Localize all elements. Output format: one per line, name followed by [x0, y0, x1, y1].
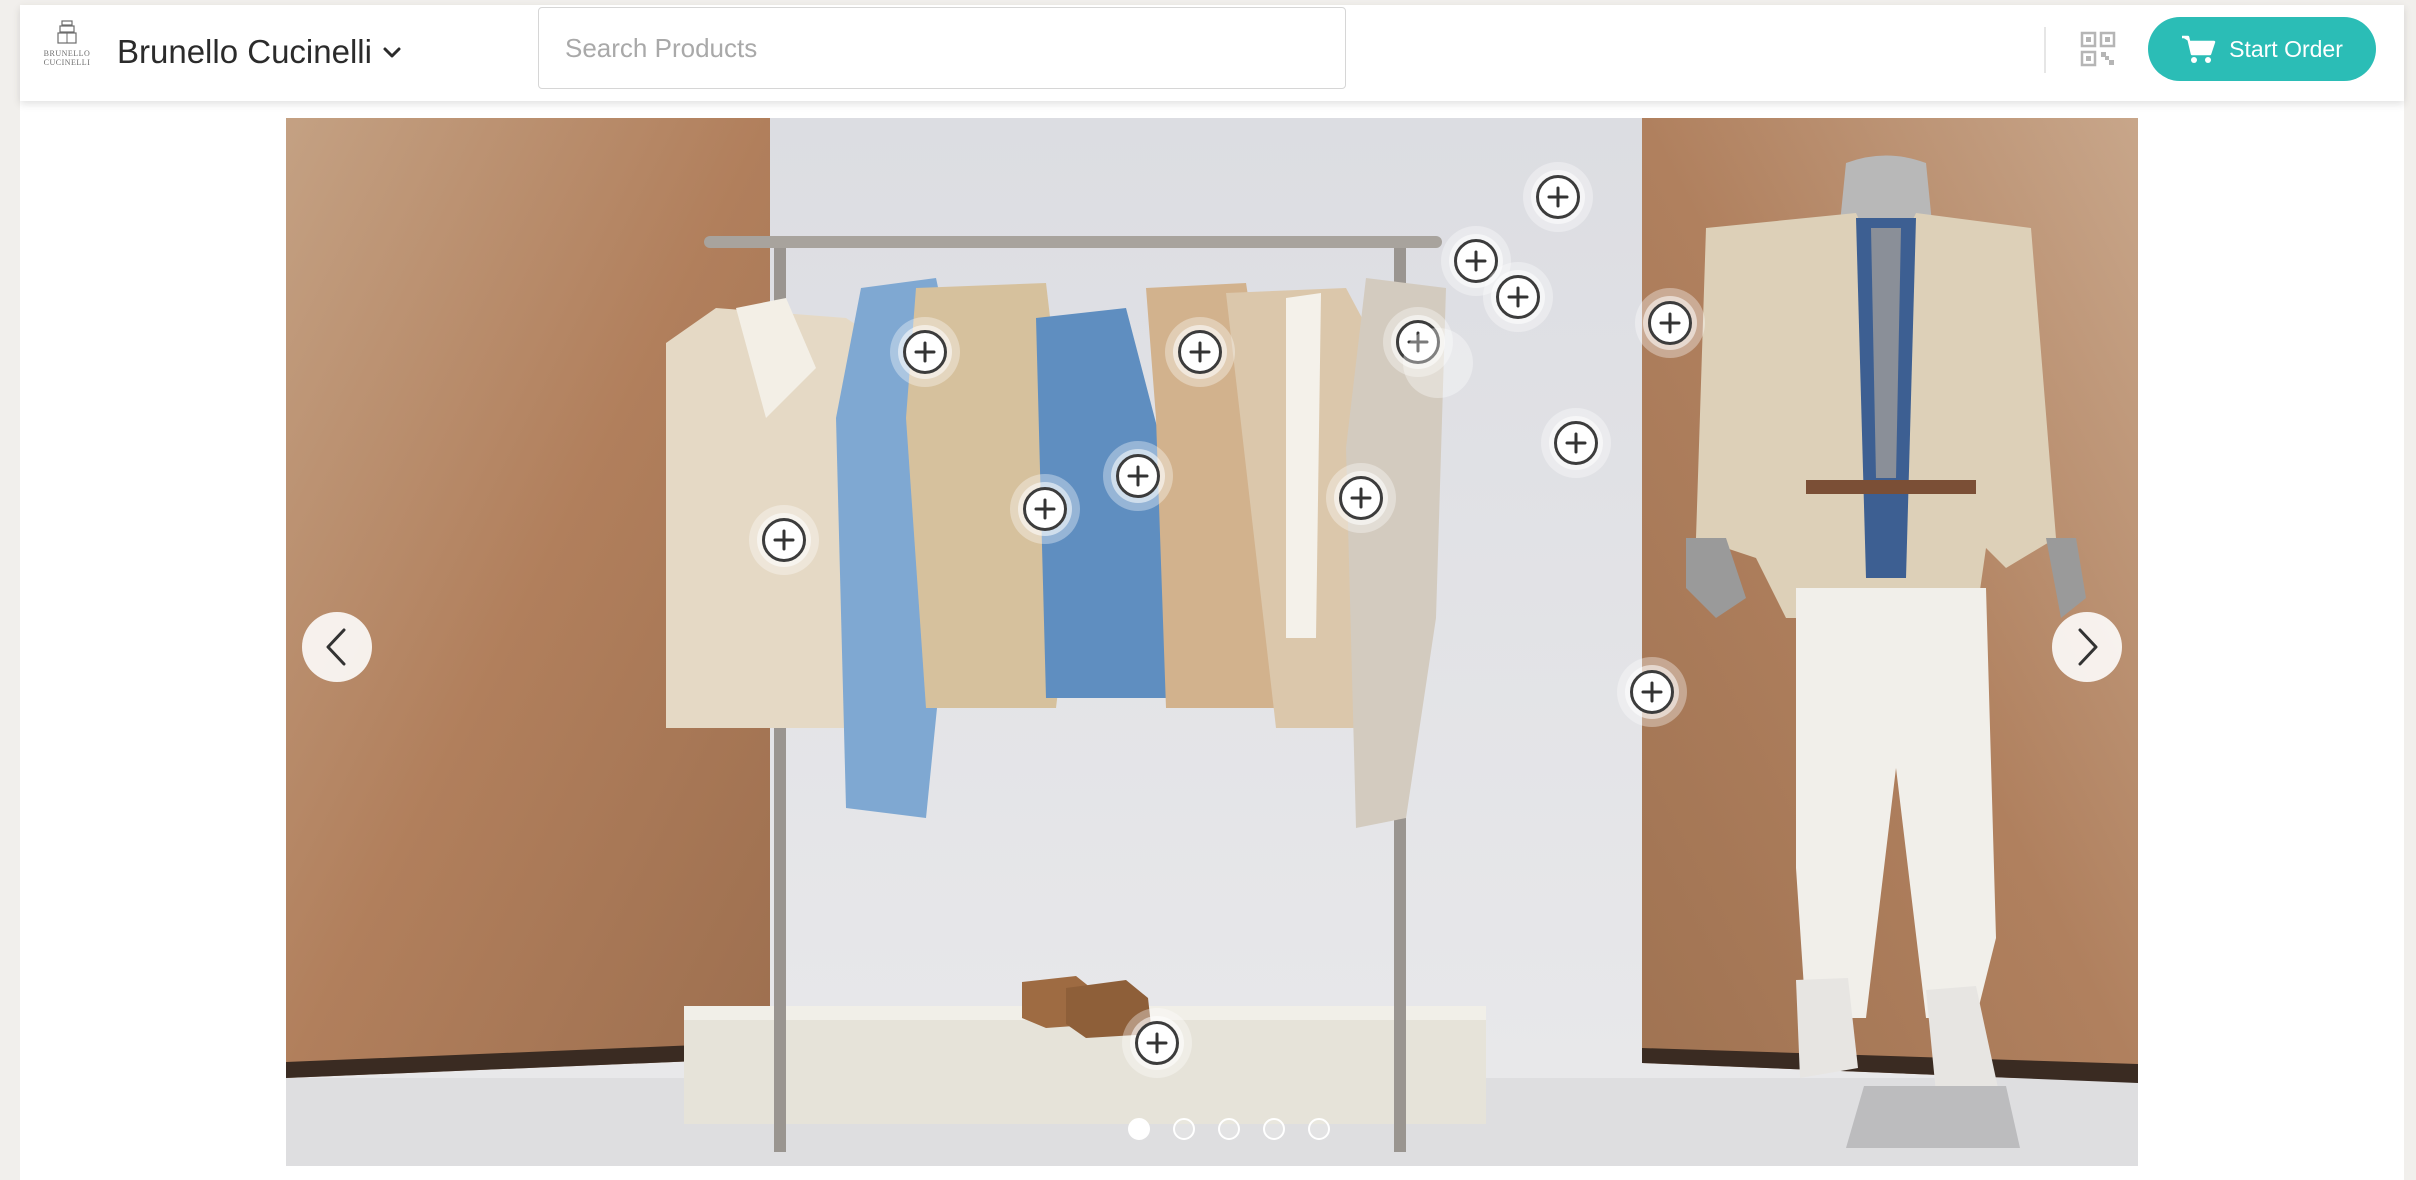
plus-icon	[773, 529, 795, 551]
search-input[interactable]	[539, 8, 1345, 88]
product-hotspot[interactable]	[749, 505, 819, 575]
product-hotspot[interactable]	[1326, 463, 1396, 533]
product-hotspot[interactable]	[1523, 162, 1593, 232]
top-header: BRUNELLO CUCINELLI Brunello Cucinelli Se…	[20, 5, 2404, 101]
product-hotspot[interactable]	[1103, 441, 1173, 511]
product-hotspot[interactable]	[1403, 328, 1473, 398]
carousel-dot-5[interactable]	[1308, 1118, 1330, 1140]
brand-logo[interactable]: BRUNELLO CUCINELLI	[36, 19, 98, 73]
start-order-button[interactable]: Start Order	[2148, 17, 2376, 81]
start-order-label: Start Order	[2229, 35, 2343, 62]
product-hotspot[interactable]	[1635, 288, 1705, 358]
logo-wordmark-line1: BRUNELLO	[43, 49, 91, 58]
chevron-right-icon	[2078, 628, 2098, 666]
plus-icon	[1641, 681, 1663, 703]
product-hotspot[interactable]	[1617, 657, 1687, 727]
carousel-dot-4[interactable]	[1263, 1118, 1285, 1140]
hero-image	[286, 118, 2138, 1166]
plus-icon	[1507, 286, 1529, 308]
carousel-dot-1[interactable]	[1128, 1118, 1150, 1140]
product-hotspot[interactable]	[1122, 1008, 1192, 1078]
carousel-pagination	[1128, 1118, 1330, 1140]
product-hotspot[interactable]	[1165, 317, 1235, 387]
plus-icon	[1146, 1032, 1168, 1054]
chevron-left-icon	[326, 628, 346, 666]
plus-icon	[1034, 498, 1056, 520]
brand-name[interactable]: Brunello Cucinelli	[117, 33, 372, 71]
carousel-next-button[interactable]	[2052, 612, 2122, 682]
chevron-down-icon[interactable]	[380, 41, 404, 65]
plus-icon	[1659, 312, 1681, 334]
product-hotspot[interactable]	[890, 317, 960, 387]
plus-icon	[914, 341, 936, 363]
carousel-prev-button[interactable]	[302, 612, 372, 682]
carousel-dot-2[interactable]	[1173, 1118, 1195, 1140]
hero-carousel	[286, 118, 2138, 1166]
header-divider	[2044, 27, 2046, 73]
app-window: BRUNELLO CUCINELLI Brunello Cucinelli Se…	[20, 5, 2404, 1180]
plus-icon	[1189, 341, 1211, 363]
plus-icon	[1127, 465, 1149, 487]
carousel-dot-3[interactable]	[1218, 1118, 1240, 1140]
plus-icon	[1565, 432, 1587, 454]
plus-icon	[1465, 250, 1487, 272]
plus-icon	[1547, 186, 1569, 208]
product-hotspot[interactable]	[1483, 262, 1553, 332]
qr-code-icon[interactable]	[2080, 31, 2116, 67]
plus-icon	[1350, 487, 1372, 509]
search-box	[538, 7, 1346, 89]
product-hotspot[interactable]	[1010, 474, 1080, 544]
product-hotspot[interactable]	[1541, 408, 1611, 478]
logo-wordmark-line2: CUCINELLI	[43, 58, 91, 67]
cart-icon	[2182, 35, 2216, 63]
brand-crest-icon	[57, 20, 77, 44]
